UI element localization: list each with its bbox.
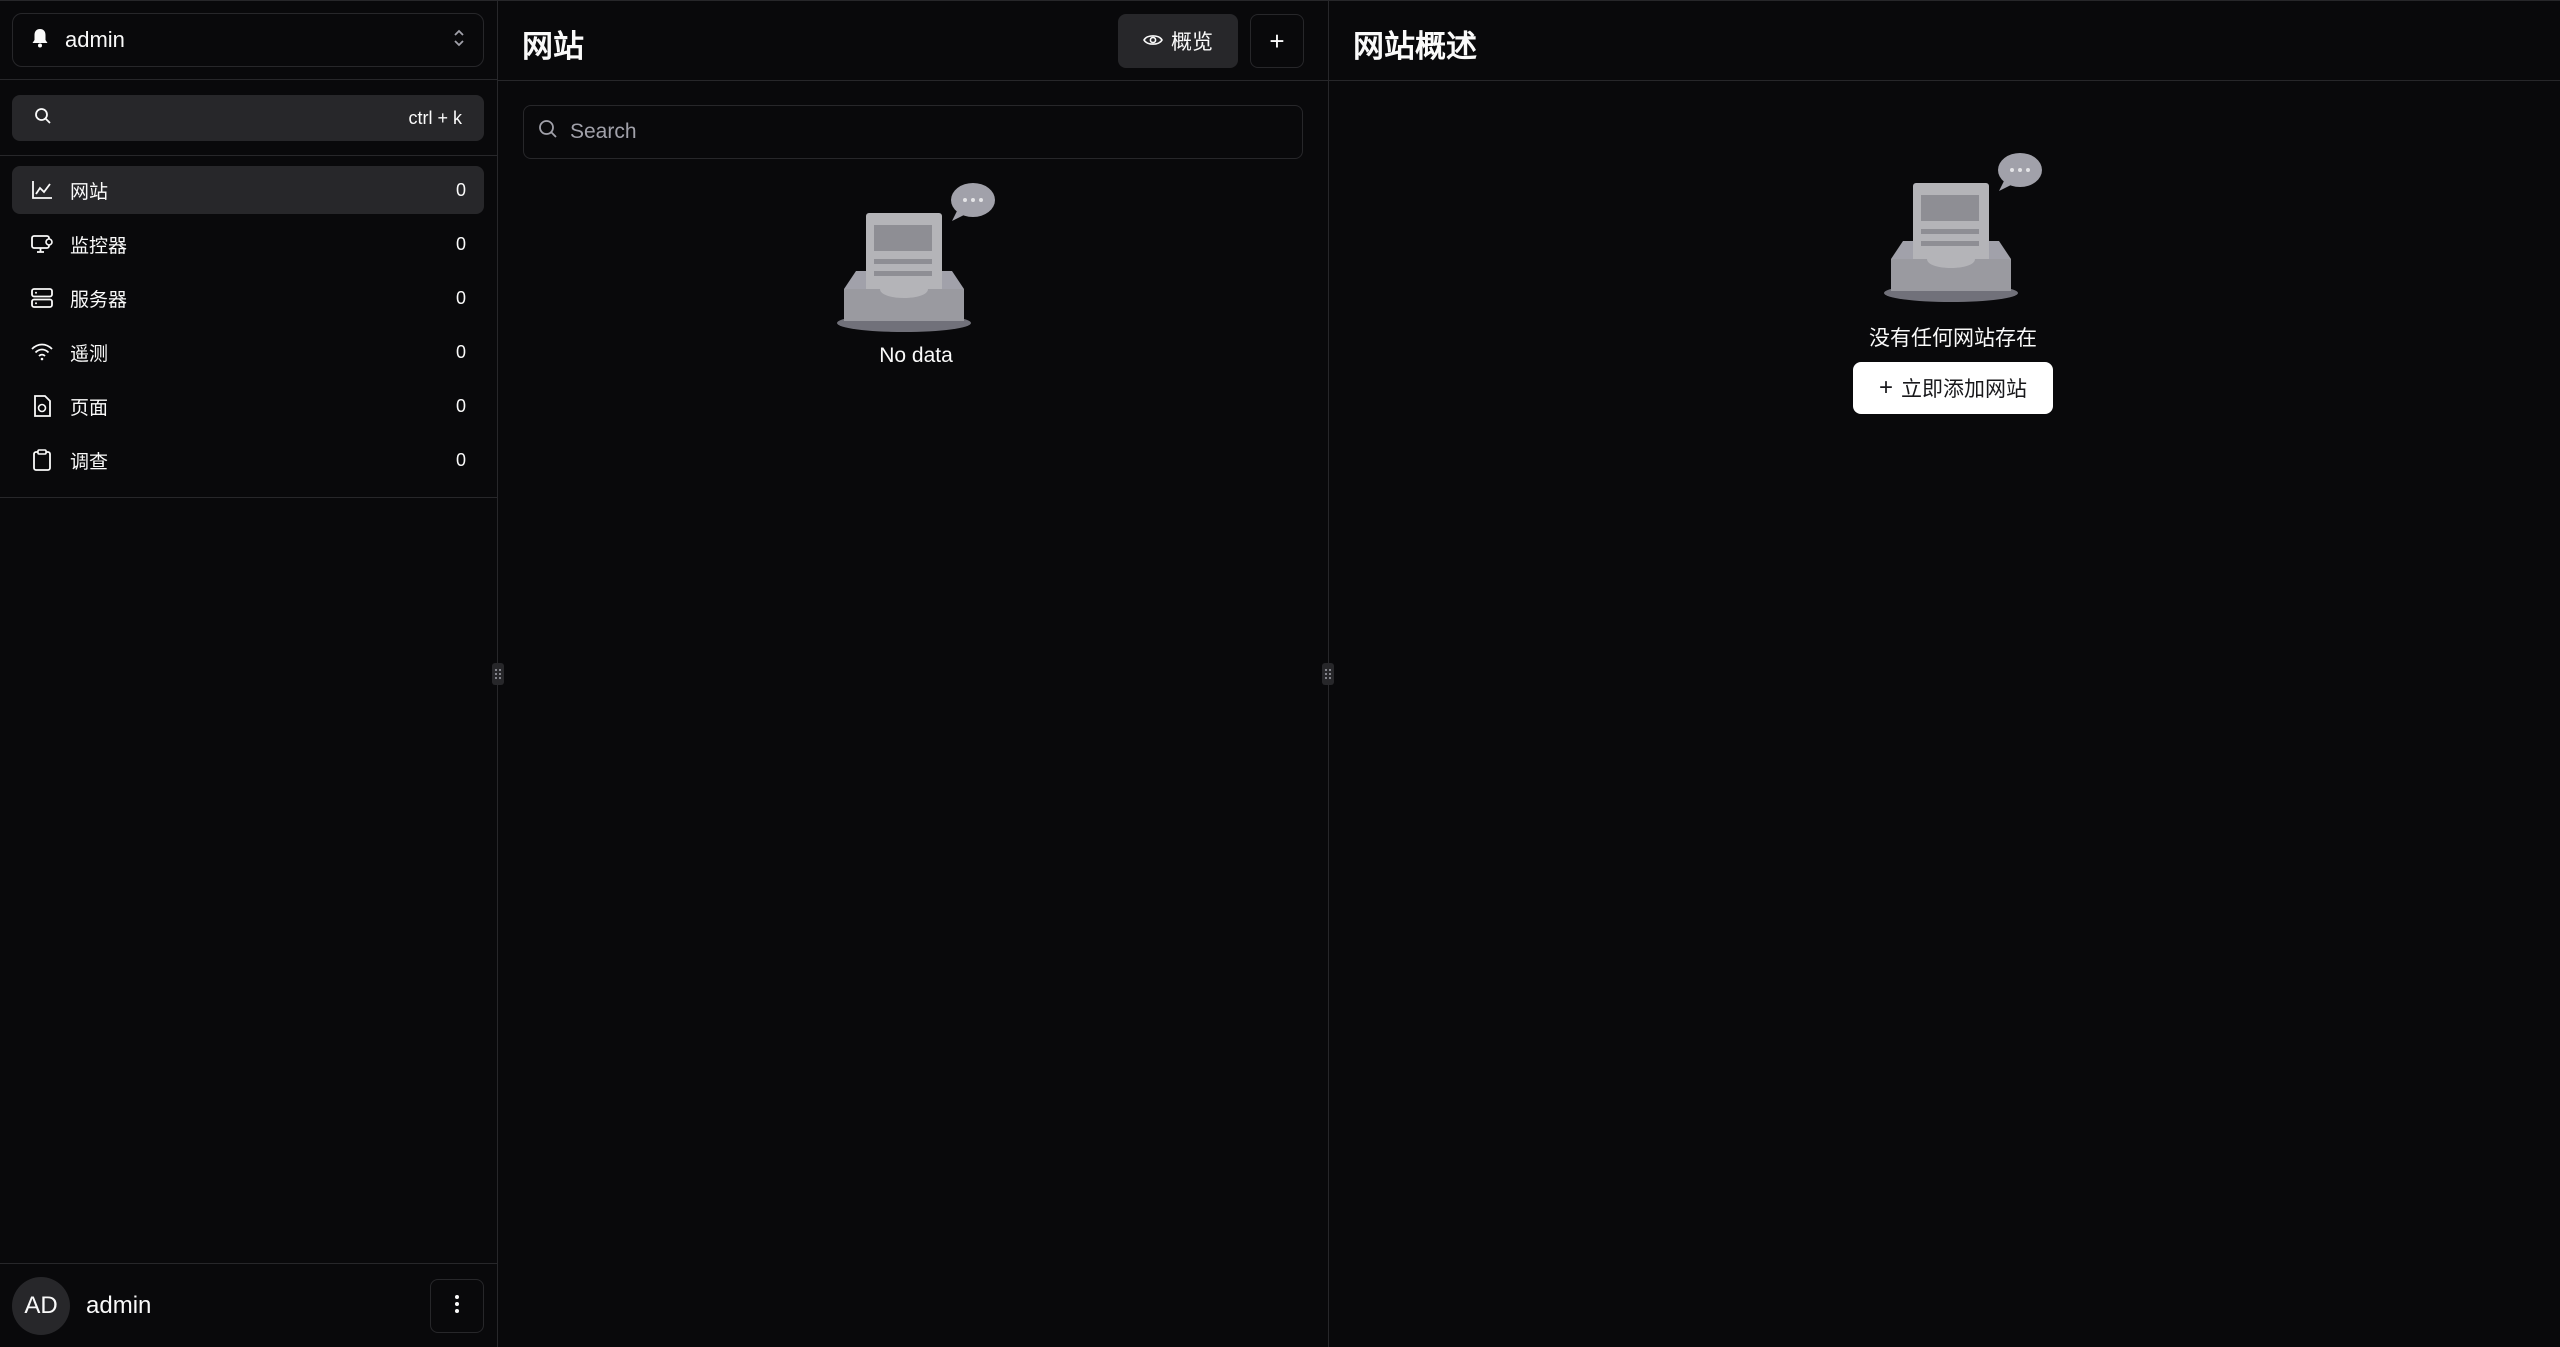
empty-state: No data	[836, 179, 996, 368]
websites-panel: 网站 概览 + Search No data	[498, 1, 1329, 1347]
server-icon	[30, 286, 54, 310]
bell-icon	[31, 28, 49, 53]
chevron-up-down-icon	[453, 29, 465, 52]
eye-icon	[1143, 29, 1163, 53]
app: admin ctrl + k 网站 0 监控器 0 服务器 0 遥测 0 页面 …	[0, 0, 2560, 1347]
overview-title: 网站概述	[1353, 29, 1477, 64]
sidebar-item-count: 0	[455, 449, 466, 470]
divider	[0, 155, 497, 156]
avatar[interactable]: AD	[12, 1277, 70, 1335]
overview-empty-text: 没有任何网站存在	[1869, 327, 2037, 350]
sidebar-nav: 网站 0 监控器 0 服务器 0 遥测 0 页面 0 调查 0	[12, 166, 484, 490]
add-website-now-label: 立即添加网站	[1901, 378, 2027, 401]
monitor-icon	[30, 232, 54, 256]
empty-inbox-icon	[836, 183, 996, 339]
website-search-input[interactable]: Search	[523, 105, 1303, 159]
workspace-name: admin	[65, 27, 125, 52]
sidebar-item-count: 0	[455, 233, 466, 254]
divider	[0, 1263, 497, 1264]
sidebar-item-surveys[interactable]: 调查 0	[12, 436, 484, 484]
sidebar-item-label: 监控器	[70, 235, 128, 257]
user-menu: AD admin	[12, 1277, 484, 1335]
sidebar-item-count: 0	[455, 287, 466, 308]
overview-button-label: 概览	[1171, 31, 1213, 54]
sidebar-item-count: 0	[455, 395, 466, 416]
sidebar-item-servers[interactable]: 服务器 0	[12, 274, 484, 322]
sidebar-item-label: 服务器	[70, 289, 128, 311]
page-title: 网站	[522, 29, 584, 64]
overview-panel: 网站概述 没有任何网站存在 + 立即添加网站	[1329, 1, 2560, 1347]
sidebar-item-label: 页面	[70, 397, 109, 419]
sidebar-item-pages[interactable]: 页面 0	[12, 382, 484, 430]
sidebar-item-count: 0	[455, 179, 466, 200]
workspace-switcher[interactable]: admin	[12, 13, 484, 67]
add-website-button[interactable]: +	[1250, 14, 1304, 68]
search-placeholder: Search	[570, 120, 637, 143]
divider	[0, 497, 497, 498]
search-icon	[34, 107, 52, 130]
sidebar-item-telemetry[interactable]: 遥测 0	[12, 328, 484, 376]
page-icon	[30, 394, 54, 418]
sidebar: admin ctrl + k 网站 0 监控器 0 服务器 0 遥测 0 页面 …	[0, 1, 498, 1347]
websites-header: 网站 概览 +	[498, 1, 1328, 81]
empty-inbox-icon	[1863, 153, 2043, 309]
divider	[0, 79, 497, 80]
search-shortcut: ctrl + k	[408, 107, 462, 128]
sidebar-item-label: 调查	[70, 451, 109, 473]
clipboard-icon	[30, 448, 54, 472]
more-options-button[interactable]	[430, 1279, 484, 1333]
add-website-now-button[interactable]: + 立即添加网站	[1853, 362, 2053, 414]
sidebar-item-label: 遥测	[70, 343, 109, 365]
plus-icon: +	[1878, 374, 1893, 401]
overview-header: 网站概述	[1329, 1, 2560, 81]
empty-state-text: No data	[879, 344, 953, 367]
sidebar-item-label: 网站	[70, 181, 109, 203]
chart-icon	[30, 178, 54, 202]
sidebar-item-count: 0	[455, 341, 466, 362]
wifi-icon	[30, 340, 54, 364]
overview-button[interactable]: 概览	[1118, 14, 1238, 68]
more-vertical-icon	[454, 1294, 460, 1319]
sidebar-item-monitors[interactable]: 监控器 0	[12, 220, 484, 268]
overview-empty-state: 没有任何网站存在 + 立即添加网站	[1853, 149, 2053, 414]
command-search[interactable]: ctrl + k	[12, 95, 484, 141]
sidebar-item-websites[interactable]: 网站 0	[12, 166, 484, 214]
user-name: admin	[86, 1292, 152, 1319]
search-icon	[538, 119, 558, 145]
